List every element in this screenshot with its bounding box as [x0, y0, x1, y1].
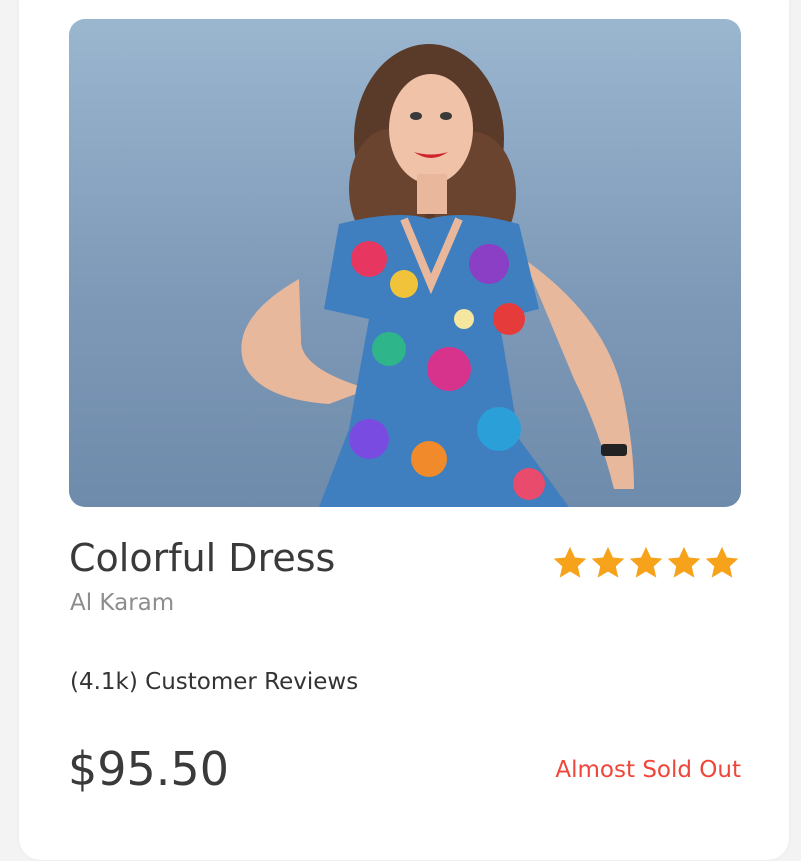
customer-reviews-link[interactable]: (4.1k) Customer Reviews: [70, 669, 358, 695]
dress-model-illustration: [241, 44, 634, 507]
star-icon: [665, 540, 703, 586]
star-icon: [589, 540, 627, 586]
rating-stars: [551, 540, 741, 586]
product-price: $95.50: [68, 742, 229, 796]
star-icon: [627, 540, 665, 586]
stock-status: Almost Sold Out: [555, 757, 741, 783]
product-brand: Al Karam: [70, 590, 175, 616]
star-icon: [703, 540, 741, 586]
product-image[interactable]: [69, 19, 741, 507]
product-title: Colorful Dress: [69, 536, 336, 580]
star-icon: [551, 540, 589, 586]
